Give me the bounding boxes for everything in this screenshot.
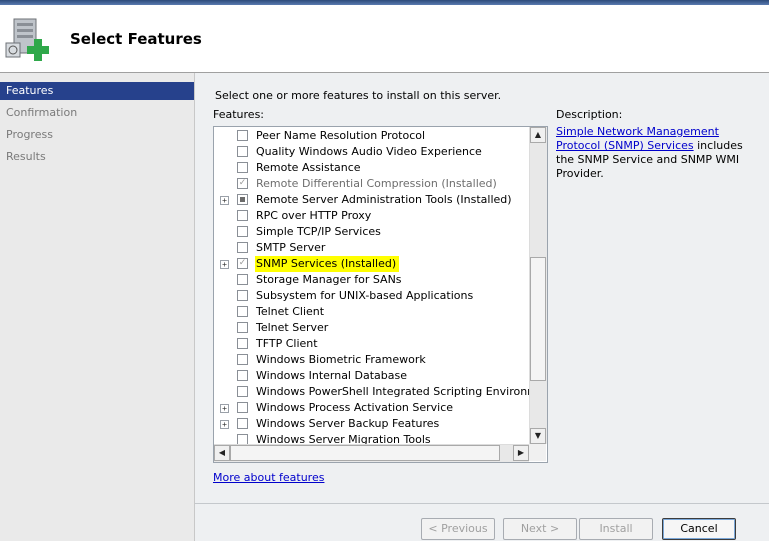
feature-row[interactable]: + ✓ SNMP Services (Installed) [214, 256, 529, 272]
feature-checkbox[interactable] [237, 354, 248, 365]
feature-row[interactable]: SMTP Server [214, 240, 529, 256]
feature-label: Remote Server Administration Tools (Inst… [256, 193, 512, 206]
feature-checkbox[interactable] [237, 418, 248, 429]
horizontal-scrollbar[interactable]: ◀ ▶ [214, 444, 529, 462]
scroll-left-arrow-icon[interactable]: ◀ [214, 445, 230, 461]
feature-row[interactable]: Windows Biometric Framework [214, 352, 529, 368]
feature-label: SNMP Services (Installed) [255, 256, 400, 272]
feature-checkbox[interactable] [237, 402, 248, 413]
expand-plus-icon[interactable]: + [220, 196, 229, 205]
feature-row[interactable]: Windows Internal Database [214, 368, 529, 384]
feature-label: Subsystem for UNIX-based Applications [256, 289, 474, 302]
scroll-up-arrow-icon[interactable]: ▲ [530, 127, 546, 143]
feature-checkbox[interactable] [237, 274, 248, 285]
install-button[interactable]: Install [579, 518, 653, 540]
feature-label: Telnet Server [256, 321, 329, 334]
description-text: Simple Network Management Protocol (SNMP… [556, 125, 761, 181]
feature-label: Quality Windows Audio Video Experience [256, 145, 482, 158]
previous-button[interactable]: < Previous [421, 518, 495, 540]
feature-row[interactable]: Subsystem for UNIX-based Applications [214, 288, 529, 304]
feature-label: Windows Server Backup Features [256, 417, 440, 430]
feature-row[interactable]: Simple TCP/IP Services [214, 224, 529, 240]
feature-checkbox[interactable] [237, 210, 248, 221]
wizard-sidebar: Features Confirmation Progress Results [0, 73, 195, 541]
feature-row[interactable]: + Windows Server Backup Features [214, 416, 529, 432]
server-add-icon [4, 13, 56, 65]
horizontal-scroll-thumb[interactable] [230, 445, 500, 461]
features-label: Features: [213, 108, 265, 121]
feature-label: RPC over HTTP Proxy [256, 209, 372, 222]
feature-row[interactable]: Quality Windows Audio Video Experience [214, 144, 529, 160]
footer-divider [195, 503, 769, 504]
feature-checkbox[interactable] [237, 130, 248, 141]
feature-row[interactable]: Telnet Client [214, 304, 529, 320]
cancel-button[interactable]: Cancel [662, 518, 736, 540]
feature-checkbox[interactable] [237, 242, 248, 253]
next-button[interactable]: Next > [503, 518, 577, 540]
feature-row[interactable]: ✓ Remote Differential Compression (Instal… [214, 176, 529, 192]
scrollbar-corner [529, 444, 546, 461]
feature-checkbox[interactable] [237, 322, 248, 333]
description-label: Description: [556, 108, 623, 121]
feature-row[interactable]: RPC over HTTP Proxy [214, 208, 529, 224]
feature-label: Storage Manager for SANs [256, 273, 402, 286]
feature-checkbox[interactable] [237, 146, 248, 157]
feature-label: Peer Name Resolution Protocol [256, 129, 426, 142]
feature-checkbox[interactable] [237, 386, 248, 397]
feature-row[interactable]: + Windows Process Activation Service [214, 400, 529, 416]
sidebar-item-progress: Progress [6, 128, 53, 141]
feature-label: TFTP Client [256, 337, 318, 350]
feature-label: Windows Server Migration Tools [256, 433, 431, 444]
feature-checkbox[interactable] [237, 306, 248, 317]
feature-row[interactable]: Peer Name Resolution Protocol [214, 128, 529, 144]
feature-checkbox: ✓ [237, 258, 248, 269]
feature-checkbox[interactable] [237, 226, 248, 237]
feature-label: Windows PowerShell Integrated Scripting … [256, 385, 529, 398]
feature-label: Remote Assistance [256, 161, 361, 174]
instruction-text: Select one or more features to install o… [215, 89, 502, 102]
sidebar-item-features[interactable]: Features [0, 82, 194, 100]
feature-checkbox: ✓ [237, 178, 248, 189]
scroll-down-arrow-icon[interactable]: ▼ [530, 428, 546, 444]
feature-label: Telnet Client [256, 305, 325, 318]
feature-row[interactable]: Windows Server Migration Tools [214, 432, 529, 444]
feature-label: Windows Process Activation Service [256, 401, 454, 414]
feature-label: Windows Internal Database [256, 369, 407, 382]
features-list: Peer Name Resolution Protocol Quality Win… [214, 127, 529, 444]
feature-checkbox[interactable] [237, 290, 248, 301]
feature-label: Remote Differential Compression (Install… [256, 177, 497, 190]
sidebar-item-results: Results [6, 150, 46, 163]
feature-checkbox[interactable] [237, 194, 248, 205]
feature-row[interactable]: Remote Assistance [214, 160, 529, 176]
sidebar-item-confirmation: Confirmation [6, 106, 78, 119]
feature-label: Simple TCP/IP Services [256, 225, 381, 238]
feature-checkbox[interactable] [237, 434, 248, 444]
feature-label: Windows Biometric Framework [256, 353, 426, 366]
feature-checkbox[interactable] [237, 338, 248, 349]
feature-checkbox[interactable] [237, 162, 248, 173]
feature-row[interactable]: + Remote Server Administration Tools (Ins… [214, 192, 529, 208]
feature-row[interactable]: Telnet Server [214, 320, 529, 336]
expand-plus-icon[interactable]: + [220, 260, 229, 269]
more-about-features-link[interactable]: More about features [213, 471, 324, 484]
features-tree[interactable]: Peer Name Resolution Protocol Quality Win… [213, 126, 548, 463]
vertical-scroll-thumb[interactable] [530, 257, 546, 381]
feature-label: SMTP Server [256, 241, 326, 254]
feature-checkbox[interactable] [237, 370, 248, 381]
page-title: Select Features [70, 30, 202, 48]
vertical-scrollbar[interactable]: ▲ ▼ [529, 127, 547, 444]
scroll-right-arrow-icon[interactable]: ▶ [513, 445, 529, 461]
feature-row[interactable]: TFTP Client [214, 336, 529, 352]
main-panel: Select one or more features to install o… [195, 73, 769, 541]
feature-row[interactable]: Storage Manager for SANs [214, 272, 529, 288]
expand-plus-icon[interactable]: + [220, 404, 229, 413]
feature-row[interactable]: Windows PowerShell Integrated Scripting … [214, 384, 529, 400]
wizard-header: Select Features [0, 5, 769, 73]
expand-plus-icon[interactable]: + [220, 420, 229, 429]
